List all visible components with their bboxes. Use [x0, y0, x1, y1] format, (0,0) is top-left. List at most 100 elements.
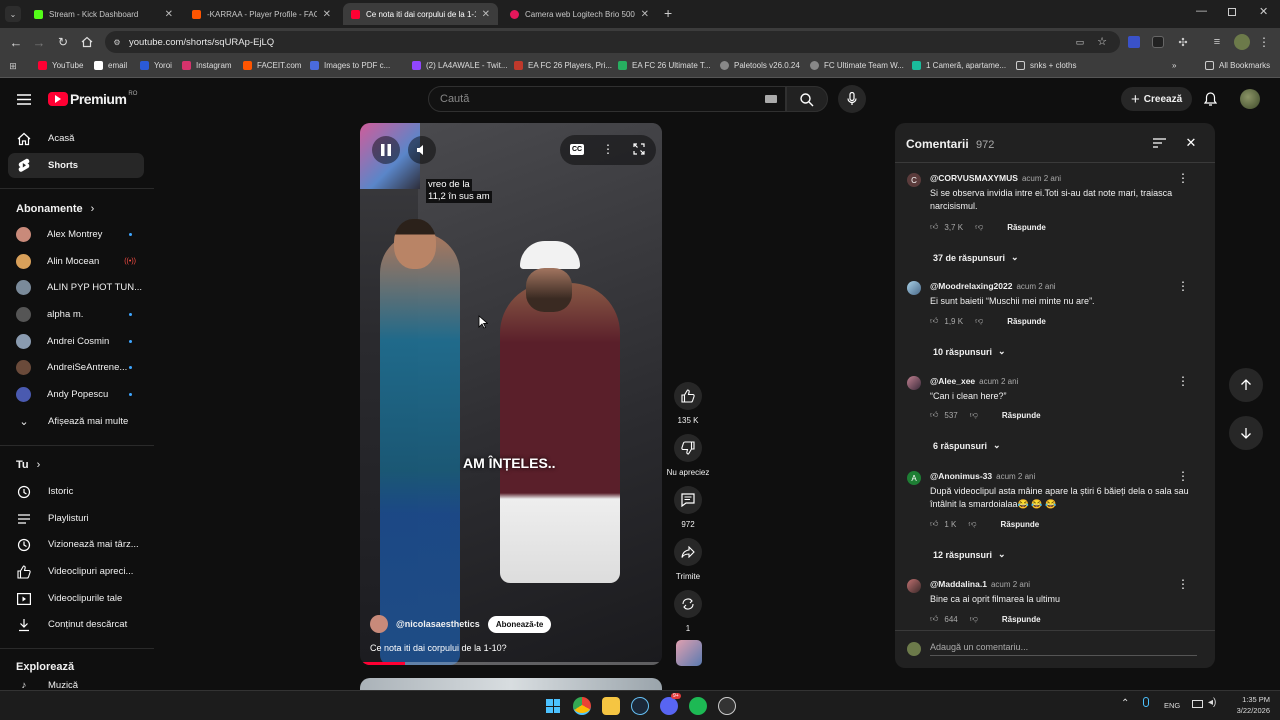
tab-search-icon[interactable]: ⌄	[5, 6, 21, 22]
remix-button[interactable]	[674, 590, 702, 618]
view-replies-button[interactable]: 10 răspunsuri ⌄	[933, 346, 1006, 357]
youtube-premium-logo[interactable]: Premium RO	[48, 91, 137, 107]
sidebar-item-home[interactable]: Acasă	[8, 126, 144, 151]
spotify-icon[interactable]	[689, 697, 707, 715]
subscribe-button[interactable]: Abonează-te	[487, 615, 552, 633]
thumbs-down-icon[interactable]: 👎︎	[975, 316, 983, 326]
comment-author[interactable]: @Maddalina.1 acum 2 ani	[930, 579, 1030, 589]
cast-icon[interactable]: ▭	[1074, 36, 1086, 48]
add-comment-input[interactable]: Adaugă un comentariu...	[930, 642, 1197, 656]
comment-author[interactable]: @Anonimus-33 acum 2 ani	[930, 471, 1035, 481]
close-icon[interactable]: ✕	[641, 9, 649, 20]
network-icon[interactable]	[1192, 700, 1203, 708]
discord-icon[interactable]	[660, 697, 678, 715]
view-replies-button[interactable]: 6 răspunsuri ⌄	[933, 440, 1001, 451]
sidebar-channel[interactable]: Andy Popescu	[8, 382, 144, 407]
dislike-button[interactable]	[674, 434, 702, 462]
thumbs-up-icon[interactable]: 👍︎	[930, 519, 938, 529]
commenter-avatar[interactable]	[907, 281, 921, 295]
windows-start-icon[interactable]	[544, 697, 562, 715]
clock[interactable]: 1:35 PM 3/22/2026	[1228, 694, 1270, 716]
notifications-bell-icon[interactable]	[1202, 91, 1218, 107]
file-explorer-icon[interactable]	[602, 697, 620, 715]
chrome-icon[interactable]	[573, 697, 591, 715]
sidebar-channel[interactable]: Alin Mocean ((•))	[8, 249, 144, 274]
bookmark-item[interactable]: FC Ultimate Team W...	[810, 61, 904, 70]
comment-author[interactable]: @Moodrelaxing2022 acum 2 ani	[930, 281, 1056, 291]
thumbs-down-icon[interactable]: 👎︎	[975, 222, 983, 232]
commenter-avatar[interactable]	[907, 579, 921, 593]
extensions-puzzle-icon[interactable]: ✣	[1176, 35, 1190, 49]
sidebar-channel[interactable]: Alex Montrey	[8, 222, 144, 247]
reply-button[interactable]: Răspunde	[1007, 223, 1046, 232]
view-replies-button[interactable]: 12 răspunsuri ⌄	[933, 549, 1006, 560]
sidebar-item-history[interactable]: Istoric	[8, 479, 144, 504]
channel-avatar[interactable]	[370, 615, 388, 633]
pause-button[interactable]	[372, 136, 400, 164]
comments-button[interactable]	[674, 486, 702, 514]
site-info-icon[interactable]: ⚙	[112, 37, 122, 47]
app-icon[interactable]	[718, 697, 736, 715]
sidebar-item-music[interactable]: ♪ Muzică	[8, 680, 144, 690]
video-progress-track[interactable]	[360, 662, 662, 665]
bookmark-item[interactable]: EA FC 26 Ultimate T...	[618, 61, 711, 70]
bookmark-item[interactable]: Paletools v26.0.24	[720, 61, 800, 70]
sidebar-item-playlists[interactable]: Playlisturi	[8, 506, 144, 531]
comment-author[interactable]: @Alee_xee acum 2 ani	[930, 376, 1018, 386]
home-icon[interactable]	[79, 34, 95, 50]
sidebar-item-shorts[interactable]: Shorts	[8, 153, 144, 178]
close-icon[interactable]: ✕	[1183, 135, 1199, 151]
bookmark-item[interactable]: 1 Cameră, apartame...	[912, 61, 1006, 70]
thumbs-down-icon[interactable]: 👎︎	[970, 410, 978, 420]
search-button[interactable]	[786, 86, 828, 112]
captions-icon[interactable]: CC	[570, 144, 584, 155]
create-button[interactable]: + Creează	[1121, 87, 1193, 111]
hamburger-menu-icon[interactable]	[16, 91, 32, 107]
reading-list-icon[interactable]: ≡	[1210, 35, 1224, 49]
new-tab-button[interactable]: +	[664, 5, 672, 21]
close-icon[interactable]: ✕	[323, 9, 331, 20]
thumbs-up-icon[interactable]: 👍︎	[930, 410, 938, 420]
keyboard-icon[interactable]	[765, 95, 777, 103]
browser-menu-icon[interactable]: ⋮	[1258, 34, 1270, 50]
forward-icon[interactable]: →	[31, 34, 47, 50]
comment-more-icon[interactable]: ⋮	[1177, 577, 1189, 591]
channel-name[interactable]: @nicolasaesthetics	[396, 619, 480, 629]
commenter-avatar[interactable]: A	[907, 471, 921, 485]
sidebar-channel[interactable]: AndreiSeAntrene...	[8, 355, 144, 380]
video-title[interactable]: Ce nota iti dai corpului de la 1-10?	[370, 643, 507, 653]
sidebar-channel[interactable]: alpha m.	[8, 302, 144, 327]
next-short-button[interactable]	[1229, 416, 1263, 450]
thumbs-up-icon[interactable]: 👍︎	[930, 614, 938, 624]
sidebar-channel[interactable]: ALIN PYP HOT TUN...	[8, 275, 144, 300]
reply-button[interactable]: Răspunde	[1007, 317, 1046, 326]
bookmarks-overflow-icon[interactable]: »	[1172, 61, 1176, 70]
comment-author[interactable]: @CORVUSMAXYMUS acum 2 ani	[930, 173, 1061, 183]
tray-expand-icon[interactable]: ⌃	[1121, 698, 1129, 709]
sidebar-item-your-videos[interactable]: Videoclipurile tale	[8, 586, 144, 611]
tab-youtube-active[interactable]: Ce nota iti dai corpului de la 1-10? ✕	[343, 3, 498, 25]
commenter-avatar[interactable]	[907, 376, 921, 390]
more-options-icon[interactable]: ⋮	[601, 141, 615, 157]
bookmark-item[interactable]: FACEIT.com	[243, 61, 301, 70]
sidebar-item-watch-later[interactable]: Vizionează mai târz...	[8, 532, 144, 557]
sidebar-item-downloads[interactable]: Conținut descărcat	[8, 612, 144, 637]
tab-emag[interactable]: Camera web Logitech Brio 500... ✕	[502, 3, 657, 25]
url-field[interactable]: ⚙ youtube.com/shorts/sqURAp-EjLQ ▭ ☆	[105, 31, 1120, 53]
tab-faceit[interactable]: -KARRAA - Player Profile - FACEIT✕	[184, 3, 339, 25]
thumbs-up-icon[interactable]: 👍︎	[930, 222, 938, 232]
bookmark-item[interactable]: YouTube	[38, 61, 83, 70]
close-window-button[interactable]: ✕	[1259, 5, 1268, 18]
tab-kick[interactable]: Stream - Kick Dashboard ✕	[26, 3, 181, 25]
thumbs-up-icon[interactable]: 👍︎	[930, 316, 938, 326]
you-heading[interactable]: Tu ›	[16, 459, 40, 471]
comment-more-icon[interactable]: ⋮	[1177, 469, 1189, 483]
bookmark-star-icon[interactable]: ☆	[1096, 35, 1108, 48]
comment-more-icon[interactable]: ⋮	[1177, 374, 1189, 388]
sound-thumbnail[interactable]	[676, 640, 702, 666]
account-avatar[interactable]	[1240, 89, 1260, 109]
microphone-tray-icon[interactable]	[1143, 697, 1149, 707]
subscriptions-heading[interactable]: Abonamente ›	[16, 203, 94, 215]
previous-short-button[interactable]	[1229, 368, 1263, 402]
shorts-video-player[interactable]: CC ⋮ vreo de la 11,2 în sus am AM ÎNȚELE…	[360, 123, 662, 665]
